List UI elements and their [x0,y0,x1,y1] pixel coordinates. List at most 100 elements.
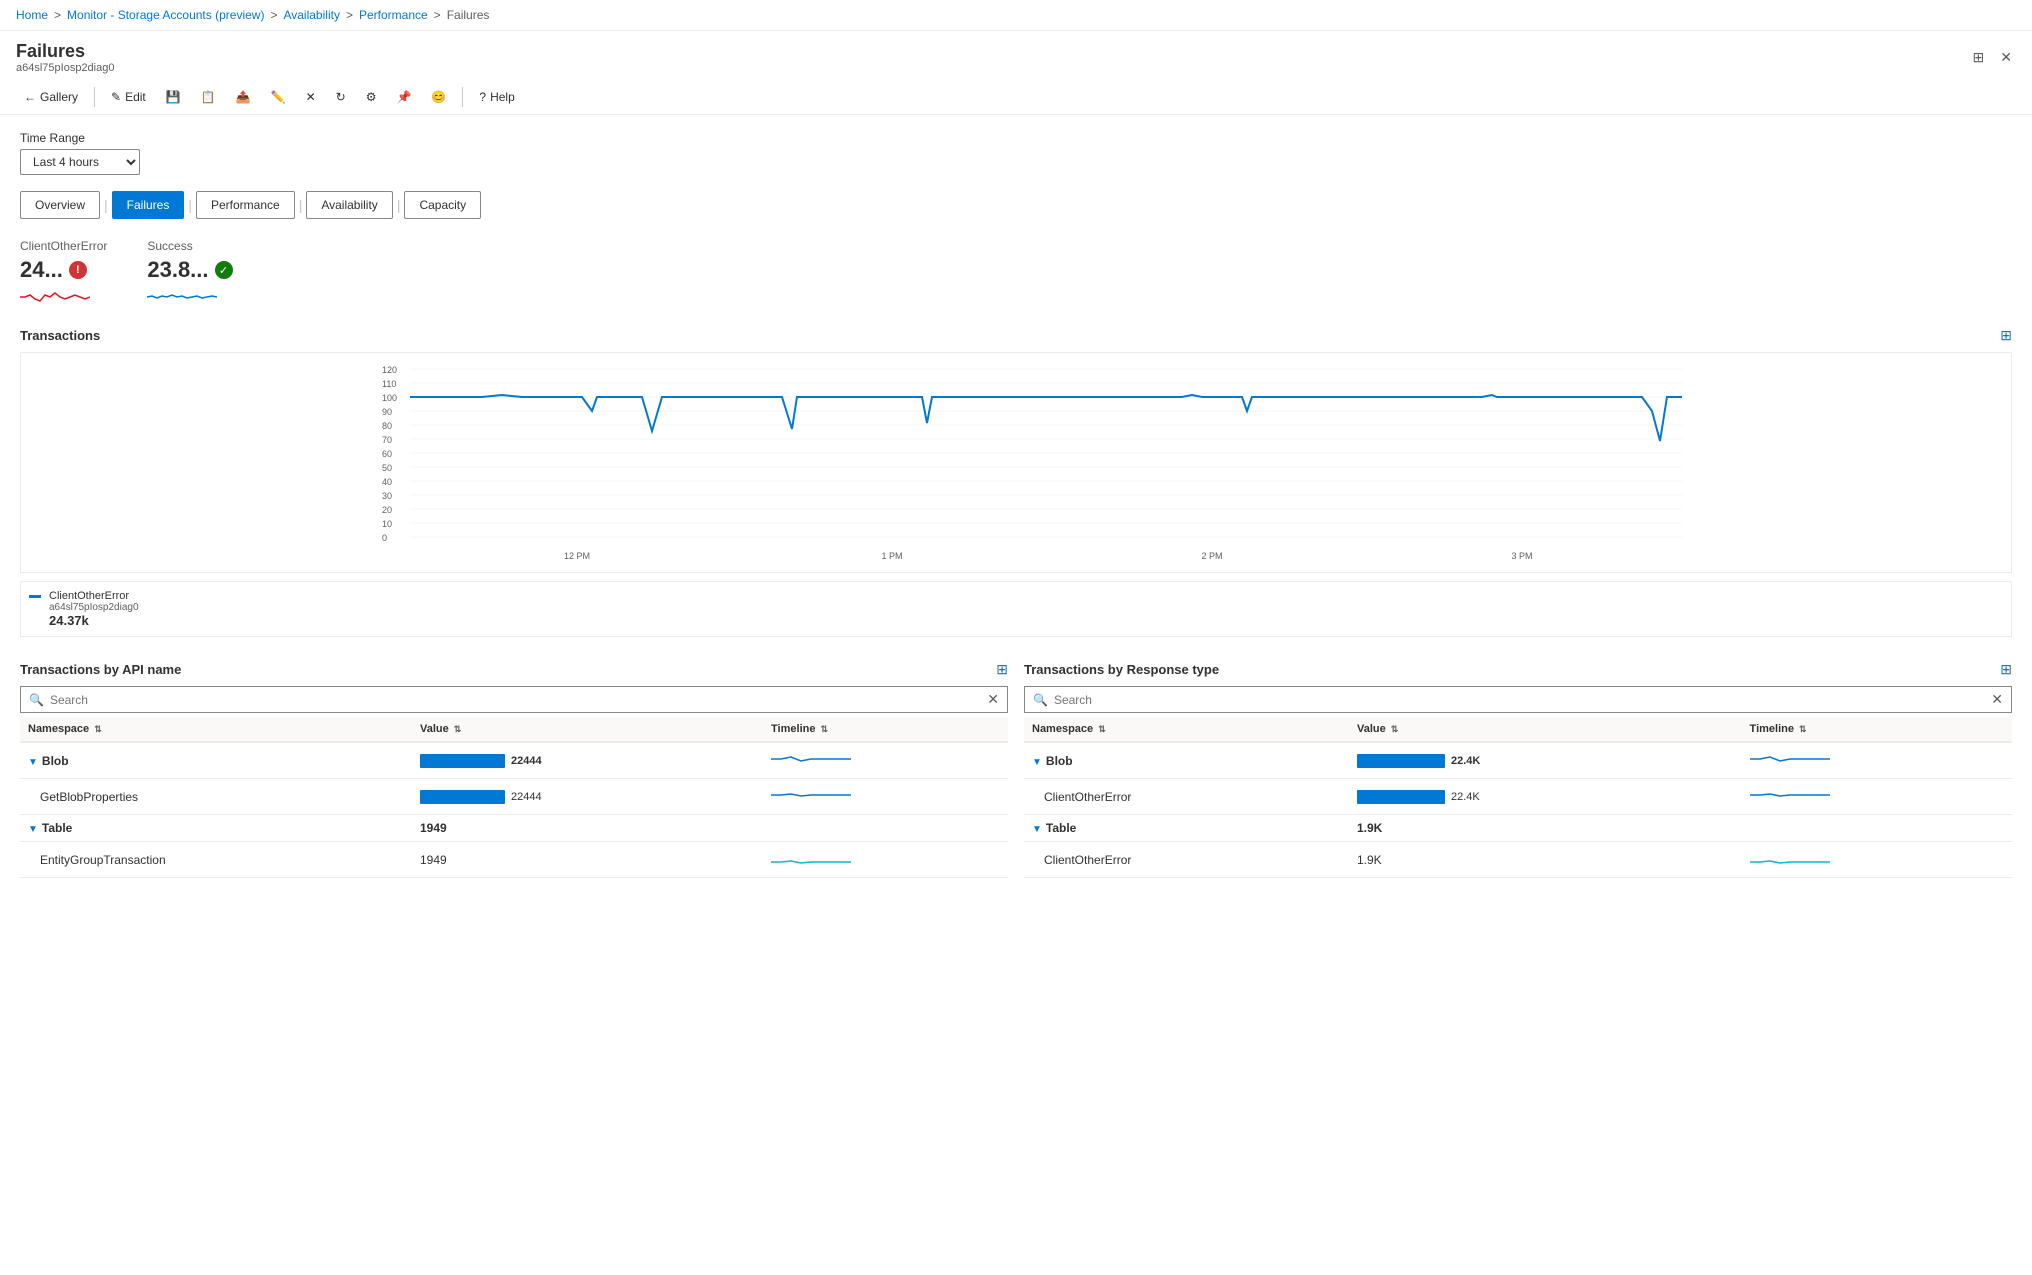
blob-value-bar [420,754,505,768]
transactions-chart-section: Transactions ⊞ 120 110 100 90 80 70 60 5… [20,327,2012,637]
chart-header: Transactions ⊞ [20,327,2012,344]
breadcrumb-availability[interactable]: Availability [283,8,339,22]
copy-icon: 📋 [201,90,216,104]
api-col-value[interactable]: Value ⇅ [412,717,763,742]
namespace-sort-icon: ⇅ [94,724,102,734]
resp-row-client-blob-timeline [1742,779,2012,815]
svg-text:1 PM: 1 PM [881,551,902,561]
time-range-section: Time Range Last 1 hour Last 4 hours Last… [20,131,2012,175]
chart-pin-button[interactable]: ⊞ [2000,327,2012,344]
svg-text:100: 100 [382,393,397,403]
annotate-button[interactable]: ✏️ [263,86,294,108]
api-name-search-input[interactable] [50,693,981,707]
resp-col-value[interactable]: Value ⇅ [1349,717,1742,742]
copy-button[interactable]: 📋 [193,86,224,108]
svg-text:30: 30 [382,491,392,501]
metric-client-other-error-label: ClientOtherError [20,239,107,253]
api-name-search-box: 🔍 ✕ [20,686,1008,713]
close-button[interactable]: ✕ [1996,45,2016,70]
help-icon: ? [479,90,486,104]
discard-button[interactable]: ✕ [298,86,324,108]
legend-value: 24.37k [49,613,139,628]
api-col-namespace[interactable]: Namespace ⇅ [20,717,412,742]
response-type-section: Transactions by Response type ⊞ 🔍 ✕ Name… [1024,661,2012,878]
response-type-title: Transactions by Response type [1024,662,1219,677]
legend-color-indicator [29,595,41,598]
breadcrumb-performance[interactable]: Performance [359,8,428,22]
tab-overview[interactable]: Overview [20,191,100,219]
metric-client-other-error: ClientOtherError 24... ! [20,239,107,307]
tab-failures[interactable]: Failures [112,191,185,219]
time-range-select[interactable]: Last 1 hour Last 4 hours Last 4 hours La… [20,149,140,175]
breadcrumb-home[interactable]: Home [16,8,48,22]
expand-resp-table-icon[interactable]: ▼ [1032,824,1042,835]
api-col-timeline[interactable]: Timeline ⇅ [763,717,1008,742]
timeline-sort-icon: ⇅ [821,724,829,734]
export-button[interactable]: 📤 [228,86,259,108]
refresh-button[interactable]: ↻ [328,86,354,108]
tab-availability[interactable]: Availability [306,191,392,219]
breadcrumb-monitor[interactable]: Monitor - Storage Accounts (preview) [67,8,264,22]
svg-text:20: 20 [382,505,392,515]
resp-col-namespace[interactable]: Namespace ⇅ [1024,717,1349,742]
settings-icon: ⚙ [366,90,377,104]
response-search-clear-button[interactable]: ✕ [1991,691,2003,708]
toolbar-separator-1 [94,87,95,107]
tab-capacity[interactable]: Capacity [404,191,481,219]
api-row-table-timeline [763,815,1008,842]
edit-button[interactable]: ✎ Edit [103,86,154,108]
response-type-search-input[interactable] [1054,693,1985,707]
settings-button[interactable]: ⚙ [358,86,385,108]
header-actions: ⊞ ✕ [1969,45,2016,70]
save-button[interactable]: 💾 [158,86,189,108]
table-row: GetBlobProperties 22444 [20,779,1008,815]
metrics-row: ClientOtherError 24... ! Success 23.8...… [20,239,2012,307]
pin-toolbar-icon: 📌 [396,90,411,104]
getblob-value-bar [420,790,505,804]
table-row: ▼Table 1.9K [1024,815,2012,842]
table-row: EntityGroupTransaction 1949 [20,842,1008,878]
success-icon: ✓ [215,261,233,279]
expand-table-icon[interactable]: ▼ [28,824,38,835]
save-icon: 💾 [166,90,181,104]
value-sort-icon: ⇅ [454,724,462,734]
api-name-header: Transactions by API name ⊞ [20,661,1008,678]
api-name-pin-button[interactable]: ⊞ [996,661,1008,678]
resp-row-table-timeline [1742,815,2012,842]
time-range-label: Time Range [20,131,2012,145]
tab-performance[interactable]: Performance [196,191,295,219]
help-button[interactable]: ? Help [471,86,522,108]
resp-col-timeline[interactable]: Timeline ⇅ [1742,717,2012,742]
api-search-icon: 🔍 [29,693,44,707]
resp-namespace-sort-icon: ⇅ [1098,724,1106,734]
expand-resp-blob-icon[interactable]: ▼ [1032,757,1042,768]
gallery-button[interactable]: ← Gallery [16,86,86,108]
client-error-sparkline [20,287,90,307]
svg-text:40: 40 [382,477,392,487]
svg-text:3 PM: 3 PM [1511,551,1532,561]
pin-toolbar-button[interactable]: 📌 [388,86,419,108]
emoji-icon: 😊 [431,90,446,104]
api-search-clear-button[interactable]: ✕ [987,691,999,708]
export-icon: 📤 [236,90,251,104]
pin-button[interactable]: ⊞ [1969,45,1989,70]
page-wrapper: Home > Monitor - Storage Accounts (previ… [0,0,2032,1275]
chart-container: 120 110 100 90 80 70 60 50 40 30 20 10 0 [20,352,2012,573]
metric-success: Success 23.8... ✓ [147,239,232,307]
page-title-area: Failures a64sl75pIosp2diag0 [16,41,114,74]
emoji-button[interactable]: 😊 [423,86,454,108]
table-row: ▼Blob 22.4K [1024,742,2012,779]
resp-row-blob-namespace: ▼Blob [1024,742,1349,779]
tables-row: Transactions by API name ⊞ 🔍 ✕ Namespace… [20,661,2012,878]
resp-value-sort-icon: ⇅ [1391,724,1399,734]
response-type-pin-button[interactable]: ⊞ [2000,661,2012,678]
expand-blob-icon[interactable]: ▼ [28,757,38,768]
resp-row-blob-value: 22.4K [1349,742,1742,779]
chart-title: Transactions [20,328,100,343]
resp-row-client-table-value: 1.9K [1349,842,1742,878]
table-row: ClientOtherError 1.9K [1024,842,2012,878]
resp-row-client-table-namespace: ClientOtherError [1024,842,1349,878]
edit-pencil-icon: ✎ [111,90,121,104]
toolbar: ← Gallery ✎ Edit 💾 📋 📤 ✏️ ✕ ↻ ⚙ 📌 [0,80,2032,115]
resp-client-table-timeline-mini [1750,848,1830,868]
